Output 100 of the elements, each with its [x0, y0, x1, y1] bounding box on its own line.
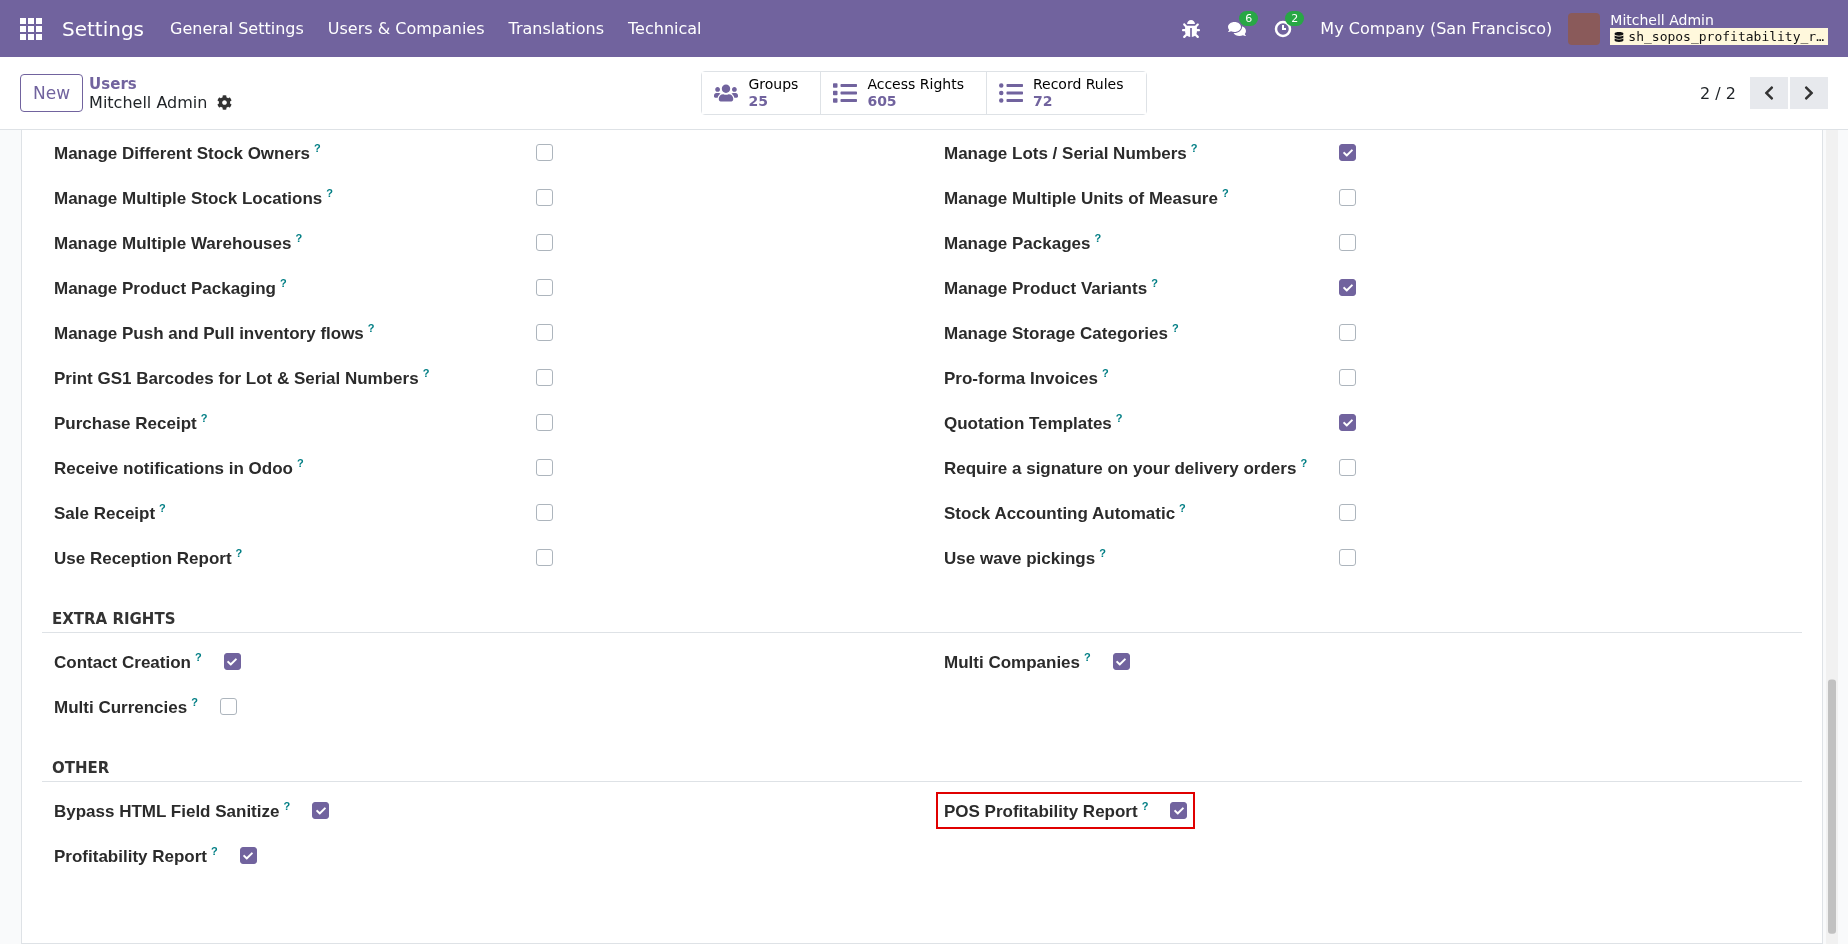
section-heading: OTHER: [42, 741, 1802, 782]
help-tooltip[interactable]: ?: [1300, 456, 1308, 469]
section-heading: EXTRA RIGHTS: [42, 592, 1802, 633]
checkbox[interactable]: [219, 698, 237, 715]
bug-icon[interactable]: [1182, 19, 1201, 38]
company-switcher[interactable]: My Company (San Francisco): [1320, 19, 1553, 38]
menu-item[interactable]: Translations: [508, 19, 605, 38]
field-label: Bypass HTML Field Sanitize $^{?}$: [54, 799, 291, 822]
check-icon: [315, 805, 326, 816]
field-label: Use Reception Report $^{?}$: [54, 546, 244, 569]
database-icon: [1614, 31, 1625, 42]
checkbox[interactable]: [312, 802, 330, 819]
new-button[interactable]: New: [20, 74, 84, 112]
field-label: Manage Product Packaging $^{?}$: [54, 276, 288, 299]
checkbox[interactable]: [536, 504, 553, 521]
chat-icon[interactable]: [1228, 19, 1247, 38]
help-tooltip[interactable]: ?: [235, 546, 243, 559]
field-label: Manage Packages $^{?}$: [944, 231, 1103, 254]
help-tooltip[interactable]: ?: [1099, 546, 1106, 559]
count-badge: 6: [1239, 10, 1259, 26]
help-tooltip[interactable]: ?: [367, 321, 375, 334]
field-label: Manage Multiple Stock Locations $^{?}$: [54, 186, 334, 209]
breadcrumb-link[interactable]: Users: [89, 74, 233, 93]
checkbox[interactable]: [1339, 504, 1356, 521]
user-name[interactable]: Mitchell Admin: [1610, 12, 1828, 28]
help-tooltip[interactable]: ?: [297, 456, 304, 469]
checkbox[interactable]: [536, 144, 553, 161]
checkbox[interactable]: [536, 279, 553, 296]
field-label: Multi Currencies $^{?}$: [54, 695, 198, 718]
checkbox[interactable]: [536, 324, 553, 341]
help-tooltip[interactable]: ?: [1151, 276, 1158, 289]
checkbox[interactable]: [1339, 324, 1356, 341]
field-label: Manage Different Stock Owners $^{?}$: [54, 141, 322, 164]
avatar[interactable]: [1568, 12, 1601, 45]
count-badge: 2: [1285, 10, 1305, 26]
help-tooltip[interactable]: ?: [159, 501, 166, 514]
checkbox[interactable]: [1112, 653, 1130, 670]
check-icon: [1116, 656, 1127, 667]
checkbox[interactable]: [536, 549, 553, 566]
help-tooltip[interactable]: ?: [280, 276, 287, 289]
help-tooltip[interactable]: ?: [1221, 186, 1229, 199]
checkbox[interactable]: [1339, 369, 1356, 386]
field-label: Use wave pickings $^{?}$: [944, 546, 1107, 569]
next-button[interactable]: [1790, 77, 1828, 109]
help-tooltip[interactable]: ?: [194, 650, 202, 663]
checkbox[interactable]: [1339, 234, 1356, 251]
checkbox[interactable]: [536, 459, 553, 476]
menu-item[interactable]: Users & Companies: [327, 19, 485, 38]
checkbox[interactable]: [1170, 802, 1188, 819]
help-tooltip[interactable]: ?: [1115, 411, 1123, 424]
list-icon: [833, 81, 858, 105]
settings-icon[interactable]: [217, 94, 233, 110]
help-tooltip[interactable]: ?: [326, 186, 333, 199]
checkbox[interactable]: [223, 653, 241, 670]
field-label: POS Profitability Report $^{?}$: [944, 799, 1149, 822]
checkbox[interactable]: [536, 369, 553, 386]
help-tooltip[interactable]: ?: [1179, 501, 1186, 514]
field-label: Require a signature on your delivery orders $^{?}$: [944, 456, 1309, 479]
help-tooltip[interactable]: ?: [1141, 799, 1149, 812]
checkbox[interactable]: [1339, 414, 1356, 431]
check-icon: [1342, 417, 1353, 428]
help-tooltip[interactable]: ?: [1102, 366, 1109, 379]
checkbox[interactable]: [536, 234, 553, 251]
record-name: Mitchell Admin: [89, 92, 208, 112]
help-tooltip[interactable]: ?: [200, 411, 208, 424]
field-label: Stock Accounting Automatic $^{?}$: [944, 501, 1187, 524]
checkbox[interactable]: [1339, 459, 1356, 476]
smart-button[interactable]: Groups 25: [702, 72, 822, 114]
help-tooltip[interactable]: ?: [422, 366, 430, 379]
pager-value[interactable]: 2 / 2: [1700, 83, 1736, 103]
checkbox[interactable]: [536, 414, 553, 431]
clock-icon[interactable]: [1274, 19, 1293, 38]
list-icon: [998, 81, 1023, 105]
checkbox[interactable]: [239, 847, 257, 864]
help-tooltip[interactable]: ?: [1190, 141, 1198, 154]
help-tooltip[interactable]: ?: [1084, 650, 1091, 663]
app-title[interactable]: Settings: [62, 16, 145, 41]
help-tooltip[interactable]: ?: [283, 799, 291, 812]
field-label: Manage Product Variants $^{?}$: [944, 276, 1159, 299]
checkbox[interactable]: [1339, 189, 1356, 206]
app-grid-icon[interactable]: [20, 17, 42, 40]
field-label: Purchase Receipt $^{?}$: [54, 411, 209, 434]
help-tooltip[interactable]: ?: [314, 141, 321, 154]
help-tooltip[interactable]: ?: [1094, 231, 1102, 244]
previous-button[interactable]: [1750, 77, 1788, 109]
help-tooltip[interactable]: ?: [295, 231, 303, 244]
field-label: Print GS1 Barcodes for Lot & Serial Numbers $^{?}$: [54, 366, 431, 389]
help-tooltip[interactable]: ?: [191, 695, 198, 708]
menu-item[interactable]: General Settings: [170, 19, 304, 38]
checkbox[interactable]: [1339, 279, 1356, 296]
checkbox[interactable]: [1339, 549, 1356, 566]
menu-item[interactable]: Technical: [628, 19, 702, 38]
help-tooltip[interactable]: ?: [1171, 321, 1179, 334]
database-name: sh_sopos_profitability_r…: [1610, 28, 1828, 45]
check-icon: [1342, 282, 1353, 293]
help-tooltip[interactable]: ?: [211, 844, 218, 857]
check-icon: [1342, 147, 1353, 158]
scrollbar[interactable]: [1826, 130, 1838, 944]
checkbox[interactable]: [1339, 144, 1356, 161]
checkbox[interactable]: [536, 189, 553, 206]
